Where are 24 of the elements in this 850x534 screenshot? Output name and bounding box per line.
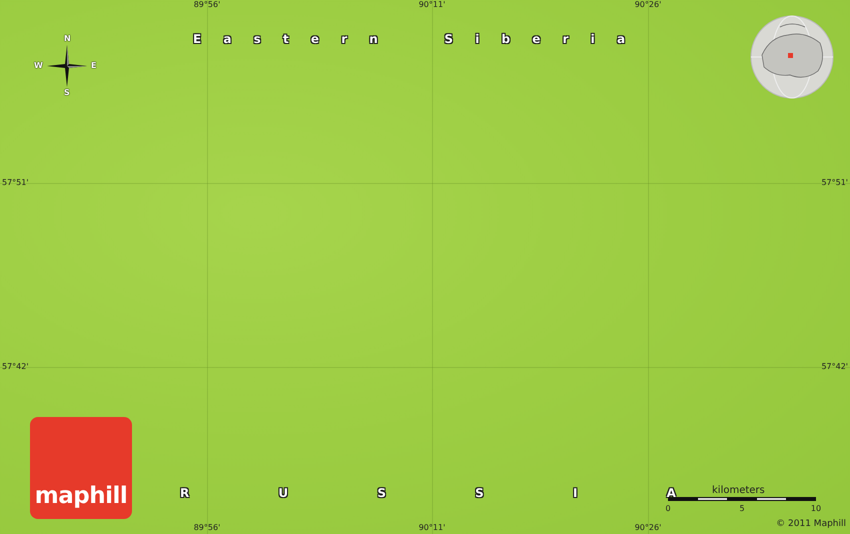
compass-west-label: W: [34, 61, 43, 70]
scale-title: kilometers: [712, 485, 765, 497]
region-label: E a s t e r n S i b e r i a: [193, 32, 626, 46]
latitude-label: 57°51': [2, 178, 29, 188]
country-label: R U S S I A: [180, 486, 676, 500]
longitude-label: 90°11': [418, 523, 446, 533]
compass-rose-icon: [47, 45, 87, 87]
copyright-text: © 2011 Maphill: [776, 519, 846, 530]
longitude-label: 90°26': [634, 0, 662, 10]
latitude-label: 57°42': [821, 362, 848, 372]
longitude-label: 90°26': [634, 523, 662, 533]
longitude-label: 89°56': [194, 523, 220, 533]
latitude-label: 57°51': [821, 178, 848, 188]
brand-logo: maphill: [30, 417, 132, 519]
compass-south-label: S: [64, 88, 70, 97]
scale-label: 10: [810, 504, 822, 514]
compass-north-label: N: [64, 34, 71, 43]
scale-label: 0: [665, 504, 671, 514]
scale-label: 5: [739, 504, 745, 514]
compass-east-label: E: [91, 61, 96, 70]
longitude-label: 90°11': [418, 0, 446, 10]
longitude-label: 89°56': [194, 0, 220, 10]
globe-locator-icon: [750, 15, 834, 99]
latitude-label: 57°42': [2, 362, 29, 372]
